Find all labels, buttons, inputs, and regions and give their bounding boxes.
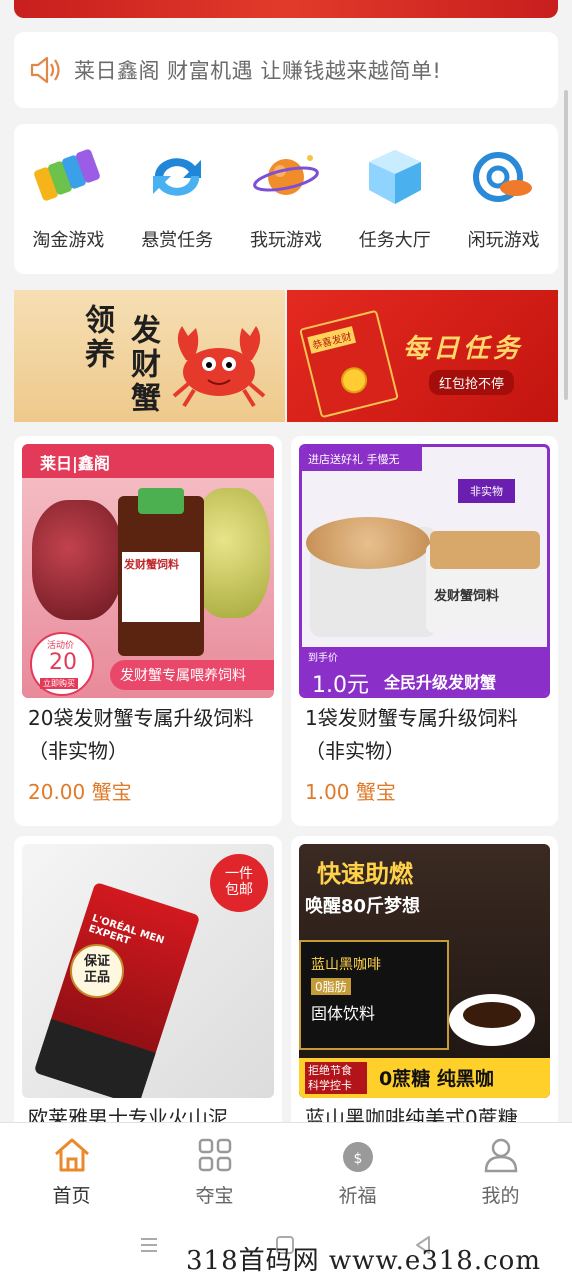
product-card[interactable]: 快速助燃 唤醒80斤梦想 蓝山黑咖啡 0脂肪 固体饮料 拒绝节食 科学控卡 0蔗… <box>291 836 558 1136</box>
jar-icon <box>306 517 436 637</box>
tab-home[interactable]: 首页 <box>0 1123 143 1220</box>
authentic-badge: 保证正品 <box>70 944 124 998</box>
product-banner: 到手价 1.0元 全民升级发财蟹 <box>302 647 547 695</box>
refresh-arrows-icon <box>153 158 202 196</box>
tab-label: 祈福 <box>338 1185 377 1207</box>
category-xian-wan[interactable]: 闲玩游戏 <box>451 144 556 274</box>
money-bag-icon: $ <box>342 1142 373 1172</box>
home-icon <box>54 1138 89 1172</box>
menu-icon[interactable] <box>138 1234 160 1256</box>
coffee-cup-icon <box>449 994 535 1046</box>
tube-icon: L'ORÉAL MEN EXPERT <box>33 881 201 1098</box>
tab-qifu[interactable]: $ 祈福 <box>286 1123 429 1220</box>
product-image[interactable]: 快速助燃 唤醒80斤梦想 蓝山黑咖啡 0脂肪 固体饮料 拒绝节食 科学控卡 0蔗… <box>299 844 550 1098</box>
category-label: 悬赏任务 <box>141 230 214 251</box>
red-envelope-icon: 恭喜发财 <box>299 309 399 419</box>
daily-task-title: 每日任务 <box>403 334 524 364</box>
category-label: 淘金游戏 <box>32 230 105 251</box>
product-card[interactable]: 进店送好礼 手慢无 非实物 发财蟹饲料 到手价 1.0元 全民升级发财蟹 1袋发… <box>291 436 558 826</box>
coffee-box-icon: 蓝山黑咖啡 0脂肪 固体饮料 <box>299 940 449 1050</box>
crab-icon <box>172 326 266 408</box>
daily-task-banner[interactable]: 恭喜发财 每日任务 红包抢不停 <box>287 290 558 422</box>
product-image[interactable]: 进店送好礼 手慢无 非实物 发财蟹饲料 到手价 1.0元 全民升级发财蟹 <box>299 444 550 698</box>
adopt-crab-banner[interactable]: 领养 发财蟹 <box>14 290 285 422</box>
product-image[interactable]: L'ORÉAL MEN EXPERT 一件包邮 保证正品 <box>22 844 274 1098</box>
category-wo-wan[interactable]: 我玩游戏 <box>233 144 338 274</box>
category-label: 我玩游戏 <box>249 230 322 251</box>
speaker-icon <box>30 56 60 84</box>
category-label: 闲玩游戏 <box>467 230 540 251</box>
coin-icon <box>338 364 370 397</box>
category-label: 任务大厅 <box>358 230 431 251</box>
daily-task-subtitle: 红包抢不停 <box>429 370 515 395</box>
jar-label: 发财蟹饲料 <box>124 558 179 571</box>
promo-title-line1: 领养 <box>79 304 114 372</box>
user-icon <box>484 1138 517 1173</box>
category-xuan-shang[interactable]: 悬赏任务 <box>125 144 230 274</box>
promo-top-banner: 进店送好礼 手慢无 <box>308 453 400 466</box>
bottle-icon: 发财蟹饲料 <box>118 488 204 656</box>
category-grid: 淘金游戏 悬赏任务 我玩游戏 任务大厅 闲玩游戏 <box>14 124 558 274</box>
cube-icon <box>368 150 421 204</box>
product-banner: 拒绝节食 科学控卡 0蔗糖 纯黑咖 <box>299 1058 550 1098</box>
grid-icon <box>198 1138 231 1172</box>
scrollbar[interactable] <box>564 90 568 400</box>
grapes-icon <box>32 500 122 620</box>
bottom-tab-bar: 首页 夺宝 $ 祈福 我的 <box>0 1122 572 1220</box>
tab-label: 首页 <box>52 1185 91 1207</box>
tab-label: 我的 <box>481 1185 520 1207</box>
tab-duobao[interactable]: 夺宝 <box>143 1123 286 1220</box>
product-card[interactable]: 莱日|鑫阁 发财蟹饲料 活动价 20 立即购买 发财蟹专属喂养饲料 20袋发财蟹… <box>14 436 282 826</box>
subheadline: 唤醒80斤梦想 <box>305 896 421 917</box>
headline: 快速助燃 <box>317 860 413 888</box>
batteries-icon <box>34 149 101 201</box>
envelope-text: 恭喜发财 <box>307 326 357 354</box>
tab-label: 夺宝 <box>195 1185 234 1207</box>
jar-icon: 发财蟹饲料 <box>426 531 544 633</box>
at-sign-icon <box>472 152 532 202</box>
announcement-text: 莱日鑫阁 财富机遇 让赚钱越来越简单! <box>74 59 442 83</box>
category-tao-jin[interactable]: 淘金游戏 <box>16 144 121 274</box>
product-title: 1袋发财蟹专属升级饲料（非实物） <box>305 706 518 763</box>
svg-text:$: $ <box>353 1151 362 1167</box>
product-card[interactable]: L'ORÉAL MEN EXPERT 一件包邮 保证正品 欧莱雅男士专业火山泥 <box>14 836 282 1136</box>
free-shipping-badge: 一件包邮 <box>210 854 268 912</box>
tab-mine[interactable]: 我的 <box>429 1123 572 1220</box>
product-price: 1.00 蟹宝 <box>305 780 396 804</box>
product-banner: 发财蟹专属喂养饲料 <box>110 660 274 690</box>
tag-label: 非实物 <box>458 479 515 503</box>
category-task-hall[interactable]: 任务大厅 <box>342 144 447 274</box>
promo-title-line2: 发财蟹 <box>125 314 160 416</box>
top-banner[interactable] <box>14 0 558 18</box>
watermark: 318首码网 www.e318.com <box>186 1246 541 1276</box>
promo-price-badge: 活动价 20 立即购买 <box>30 632 94 696</box>
brand-label: 莱日|鑫阁 <box>40 454 110 473</box>
product-image[interactable]: 莱日|鑫阁 发财蟹饲料 活动价 20 立即购买 发财蟹专属喂养饲料 <box>22 444 274 698</box>
planet-icon <box>253 155 319 195</box>
product-price: 20.00 蟹宝 <box>28 780 132 804</box>
announcement-bar[interactable]: 莱日鑫阁 财富机遇 让赚钱越来越简单! <box>14 32 558 108</box>
product-title: 20袋发财蟹专属升级饲料（非实物） <box>28 706 254 763</box>
